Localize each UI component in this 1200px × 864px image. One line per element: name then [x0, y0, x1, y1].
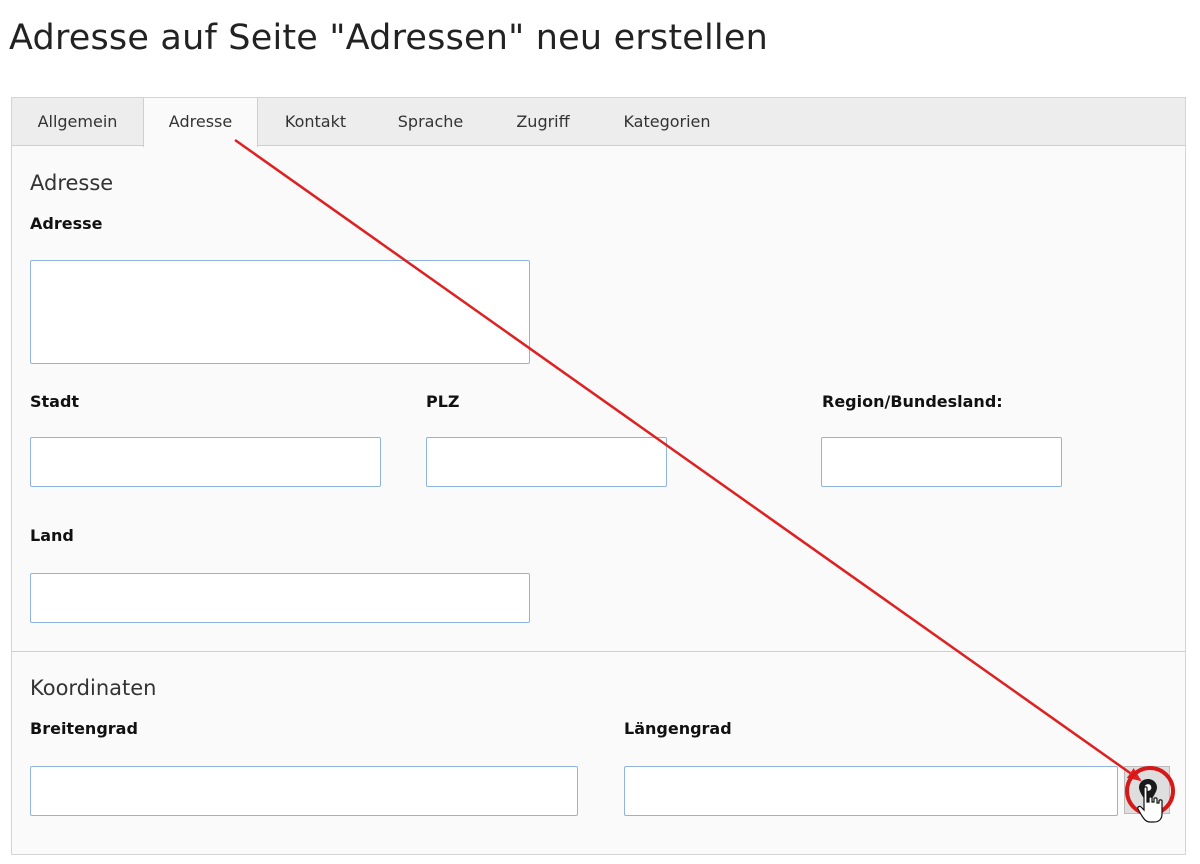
tab-kontakt[interactable]: Kontakt — [258, 98, 373, 146]
page-title: Adresse auf Seite "Adressen" neu erstell… — [9, 18, 768, 58]
zip-input[interactable] — [426, 437, 667, 487]
region-label: Region/Bundesland: — [822, 392, 1003, 411]
section-divider — [12, 651, 1185, 652]
region-input[interactable] — [821, 437, 1062, 487]
map-pin-icon — [1139, 779, 1157, 804]
country-input[interactable] — [30, 573, 530, 623]
city-label: Stadt — [30, 392, 80, 411]
latitude-input[interactable] — [30, 766, 578, 816]
latitude-label: Breitengrad — [30, 719, 138, 738]
zip-label: PLZ — [426, 392, 460, 411]
city-input[interactable] — [30, 437, 381, 487]
section-title-koordinaten: Koordinaten — [30, 676, 157, 700]
address-label: Adresse — [30, 214, 103, 233]
record-form: Allgemein Adresse Kontakt Sprache Zugrif… — [11, 97, 1186, 855]
section-title-adresse: Adresse — [30, 171, 114, 195]
address-textarea[interactable] — [30, 260, 530, 364]
map-picker-button[interactable] — [1124, 766, 1170, 814]
tab-zugriff[interactable]: Zugriff — [488, 98, 598, 146]
tab-adresse[interactable]: Adresse — [143, 98, 258, 147]
longitude-input[interactable] — [624, 766, 1118, 816]
tab-bar: Allgemein Adresse Kontakt Sprache Zugrif… — [12, 98, 1185, 147]
tab-kategorien[interactable]: Kategorien — [598, 98, 736, 146]
country-label: Land — [30, 526, 74, 545]
tab-allgemein[interactable]: Allgemein — [12, 98, 143, 146]
longitude-label: Längengrad — [624, 719, 732, 738]
tab-sprache[interactable]: Sprache — [373, 98, 488, 146]
